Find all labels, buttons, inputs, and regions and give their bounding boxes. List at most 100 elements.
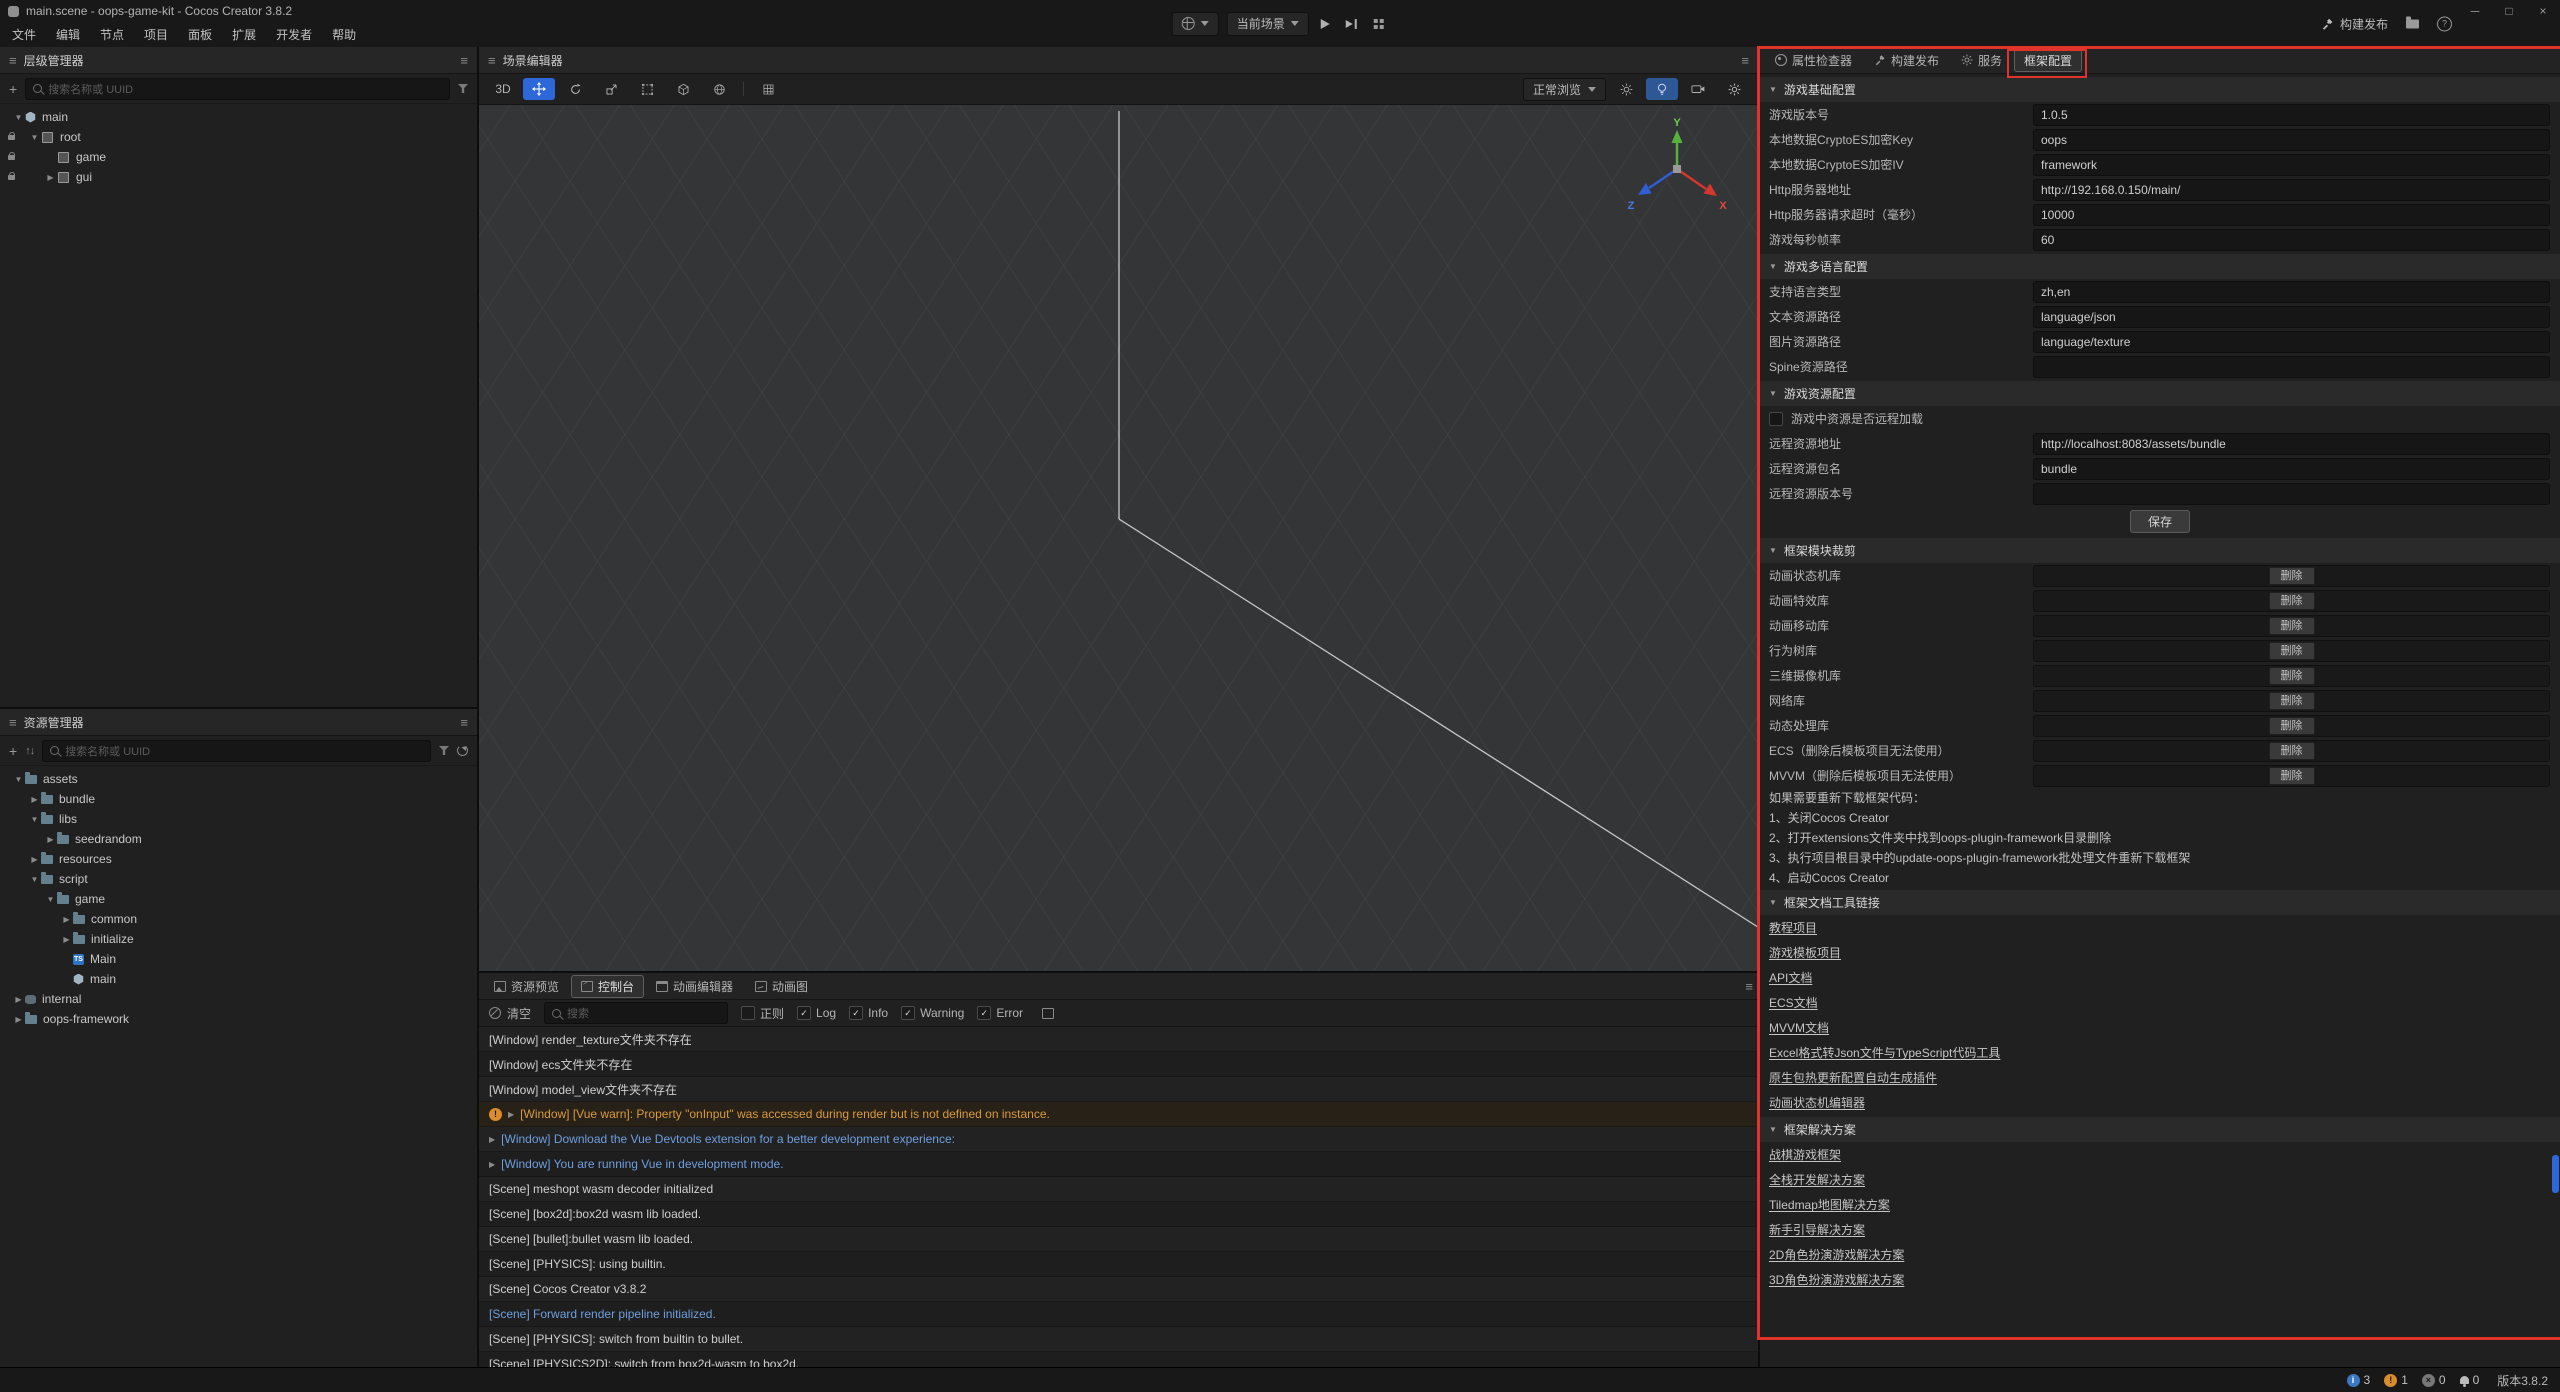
- doc-link[interactable]: 2D角色扮演游戏解决方案: [1769, 1246, 1904, 1263]
- console-filter[interactable]: Warning: [901, 1006, 964, 1020]
- log-file-icon[interactable]: [1042, 1008, 1054, 1019]
- log-entry[interactable]: ▶[Window] Download the Vue Devtools exte…: [479, 1127, 1758, 1152]
- asset-node-main[interactable]: TSMain: [0, 949, 477, 969]
- console-search-input[interactable]: 搜索: [544, 1002, 728, 1024]
- log-entry[interactable]: [Window] ecs文件夹不存在: [479, 1052, 1758, 1077]
- scene-light-button[interactable]: [1646, 78, 1678, 100]
- panel-options-icon[interactable]: ≡: [1745, 979, 1753, 994]
- filter-icon[interactable]: [439, 746, 449, 755]
- text-input[interactable]: 10000: [2033, 204, 2550, 226]
- doc-link[interactable]: Tiledmap地图解决方案: [1769, 1196, 1890, 1213]
- asset-node-main[interactable]: main: [0, 969, 477, 989]
- panel-menu-icon[interactable]: ≡: [9, 715, 17, 730]
- section-header[interactable]: ▼游戏基础配置: [1760, 77, 2560, 102]
- expand-arrow-icon[interactable]: ▶: [44, 835, 57, 844]
- checkbox-icon[interactable]: [741, 1006, 755, 1020]
- axis-gizmo[interactable]: Y X Z: [1622, 115, 1732, 225]
- move-tool-button[interactable]: [523, 78, 555, 100]
- asset-node-script[interactable]: ▼script: [0, 869, 477, 889]
- module-delete-button[interactable]: 删除: [2269, 667, 2315, 685]
- project-folder-button[interactable]: [2406, 19, 2419, 28]
- doc-link[interactable]: ECS文档: [1769, 994, 1818, 1011]
- menu-item[interactable]: 面板: [178, 26, 222, 43]
- menu-item[interactable]: 节点: [90, 26, 134, 43]
- asset-node-oops-framework[interactable]: ▶oops-framework: [0, 1009, 477, 1029]
- hierarchy-node-root[interactable]: ▼root: [0, 127, 477, 147]
- module-delete-button[interactable]: 删除: [2269, 742, 2315, 760]
- expand-arrow-icon[interactable]: ▼: [12, 775, 25, 784]
- assets-search-input[interactable]: 搜索名称或 UUID: [42, 740, 431, 762]
- asset-node-seedrandom[interactable]: ▶seedrandom: [0, 829, 477, 849]
- section-header[interactable]: ▼框架文档工具链接: [1760, 890, 2560, 915]
- status-info-count[interactable]: i3: [2347, 1373, 2371, 1387]
- build-button[interactable]: 构建发布: [2321, 15, 2388, 32]
- module-delete-button[interactable]: 删除: [2269, 692, 2315, 710]
- asset-node-initialize[interactable]: ▶initialize: [0, 929, 477, 949]
- expand-arrow-icon[interactable]: ▶: [44, 173, 57, 182]
- add-node-button[interactable]: +: [9, 82, 17, 96]
- rect-tool-button[interactable]: [631, 78, 663, 100]
- expand-arrow-icon[interactable]: ▶: [12, 1015, 25, 1024]
- checkbox-icon[interactable]: [849, 1006, 863, 1020]
- text-input[interactable]: 60: [2033, 229, 2550, 251]
- scrollbar[interactable]: [2552, 75, 2559, 1366]
- layout-button[interactable]: [1368, 13, 1388, 35]
- text-input[interactable]: language/json: [2033, 306, 2550, 328]
- console-filter[interactable]: Error: [977, 1006, 1023, 1020]
- panel-menu-icon[interactable]: ≡: [488, 53, 496, 68]
- filter-icon[interactable]: [458, 84, 468, 93]
- tab-asset-preview[interactable]: 资源预览: [484, 975, 569, 998]
- text-input[interactable]: language/texture: [2033, 331, 2550, 353]
- status-warning-count[interactable]: !1: [2384, 1373, 2408, 1387]
- menu-item[interactable]: 帮助: [322, 26, 366, 43]
- doc-link[interactable]: 新手引导解决方案: [1769, 1221, 1865, 1238]
- asset-node-resources[interactable]: ▶resources: [0, 849, 477, 869]
- tab-console[interactable]: 控制台: [571, 975, 644, 998]
- save-button[interactable]: 保存: [2130, 510, 2190, 533]
- scene-viewport[interactable]: Y X Z: [479, 105, 1758, 971]
- log-entry[interactable]: [Scene] [PHYSICS]: using builtin.: [479, 1252, 1758, 1277]
- rotate-tool-button[interactable]: [559, 78, 591, 100]
- play-button[interactable]: [1317, 13, 1334, 35]
- doc-link[interactable]: MVVM文档: [1769, 1019, 1829, 1036]
- clear-console-button[interactable]: 清空: [489, 1005, 531, 1022]
- minimize-button[interactable]: ─: [2458, 0, 2492, 22]
- hierarchy-node-main[interactable]: ▼main: [0, 107, 477, 127]
- tab-animation-graph[interactable]: 动画图: [745, 975, 818, 998]
- asset-node-internal[interactable]: ▶internal: [0, 989, 477, 1009]
- module-delete-button[interactable]: 删除: [2269, 642, 2315, 660]
- text-input[interactable]: 1.0.5: [2033, 104, 2550, 126]
- tab-animation-editor[interactable]: 动画编辑器: [646, 975, 743, 998]
- log-entry[interactable]: [Scene] [PHYSICS2D]: switch from box2d-w…: [479, 1352, 1758, 1368]
- help-button[interactable]: ?: [2437, 16, 2452, 31]
- tab-property-inspector[interactable]: 属性检查器: [1765, 49, 1862, 72]
- text-input[interactable]: [2033, 483, 2550, 505]
- refresh-icon[interactable]: [457, 745, 468, 756]
- module-delete-button[interactable]: 删除: [2269, 617, 2315, 635]
- tab-service[interactable]: 服务: [1951, 49, 2012, 72]
- doc-link[interactable]: 3D角色扮演游戏解决方案: [1769, 1271, 1904, 1288]
- snap-settings-button[interactable]: [752, 78, 784, 100]
- text-input[interactable]: framework: [2033, 154, 2550, 176]
- doc-link[interactable]: 全栈开发解决方案: [1769, 1171, 1865, 1188]
- brightness-button[interactable]: [1610, 78, 1642, 100]
- console-filter[interactable]: Info: [849, 1006, 888, 1020]
- remote-load-checkbox[interactable]: [1769, 412, 1783, 426]
- space-toggle-button[interactable]: [703, 78, 735, 100]
- log-entry[interactable]: [Scene] Forward render pipeline initiali…: [479, 1302, 1758, 1327]
- panel-options-icon[interactable]: ≡: [460, 715, 468, 730]
- text-input[interactable]: [2033, 356, 2550, 378]
- text-input[interactable]: http://localhost:8083/assets/bundle: [2033, 433, 2550, 455]
- scrollbar-thumb[interactable]: [2552, 1155, 2559, 1193]
- module-delete-button[interactable]: 删除: [2269, 567, 2315, 585]
- asset-node-bundle[interactable]: ▶bundle: [0, 789, 477, 809]
- hierarchy-node-game[interactable]: game: [0, 147, 477, 167]
- checkbox-icon[interactable]: [977, 1006, 991, 1020]
- mode-3d-button[interactable]: 3D: [487, 78, 519, 100]
- panel-options-icon[interactable]: ≡: [1741, 53, 1749, 68]
- view-mode-select[interactable]: 正常浏览: [1523, 78, 1606, 101]
- tab-framework-config[interactable]: 框架配置: [2014, 49, 2082, 72]
- menu-item[interactable]: 项目: [134, 26, 178, 43]
- asset-node-assets[interactable]: ▼assets: [0, 769, 477, 789]
- tab-build-publish[interactable]: 构建发布: [1864, 49, 1949, 72]
